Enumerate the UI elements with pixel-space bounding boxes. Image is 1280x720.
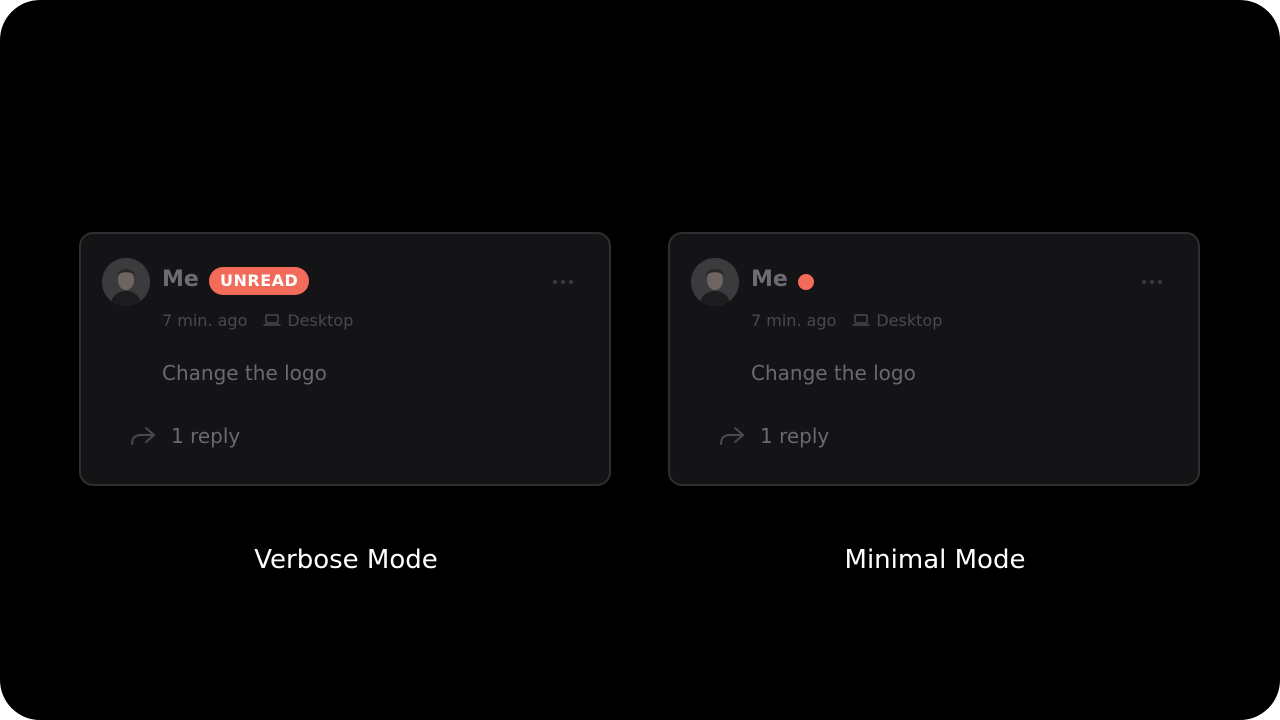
reply-count: 1 reply: [760, 424, 830, 448]
more-options-icon[interactable]: [551, 272, 575, 292]
reply-icon: [129, 425, 157, 447]
comment-meta: 7 min. ago Desktop: [751, 310, 942, 330]
reply-icon: [718, 425, 746, 447]
reply-link[interactable]: 1 reply: [129, 424, 240, 448]
comment-card-verbose[interactable]: Me UNREAD 7 min. ago Desktop Change the …: [79, 232, 611, 486]
reply-count: 1 reply: [171, 424, 241, 448]
author-name: Me: [162, 267, 199, 292]
avatar[interactable]: [102, 258, 150, 306]
canvas: Me UNREAD 7 min. ago Desktop Change the …: [0, 0, 1280, 720]
comment-text: Change the logo: [751, 361, 916, 385]
laptop-icon: [263, 313, 282, 327]
more-options-icon[interactable]: [1140, 272, 1164, 292]
device-label: Desktop: [876, 310, 943, 330]
reply-link[interactable]: 1 reply: [718, 424, 829, 448]
author-name: Me: [751, 267, 788, 292]
timestamp: 7 min. ago: [162, 310, 248, 330]
unread-dot: [798, 274, 814, 290]
caption-minimal-mode: Minimal Mode: [844, 545, 1026, 575]
comment-text: Change the logo: [162, 361, 327, 385]
caption-verbose-mode: Verbose Mode: [254, 545, 438, 575]
unread-badge: UNREAD: [209, 267, 310, 295]
avatar[interactable]: [691, 258, 739, 306]
timestamp: 7 min. ago: [751, 310, 837, 330]
comment-card-minimal[interactable]: Me 7 min. ago Desktop Change the logo 1 …: [668, 232, 1200, 486]
laptop-icon: [852, 313, 871, 327]
device-label: Desktop: [287, 310, 354, 330]
comment-meta: 7 min. ago Desktop: [162, 310, 353, 330]
